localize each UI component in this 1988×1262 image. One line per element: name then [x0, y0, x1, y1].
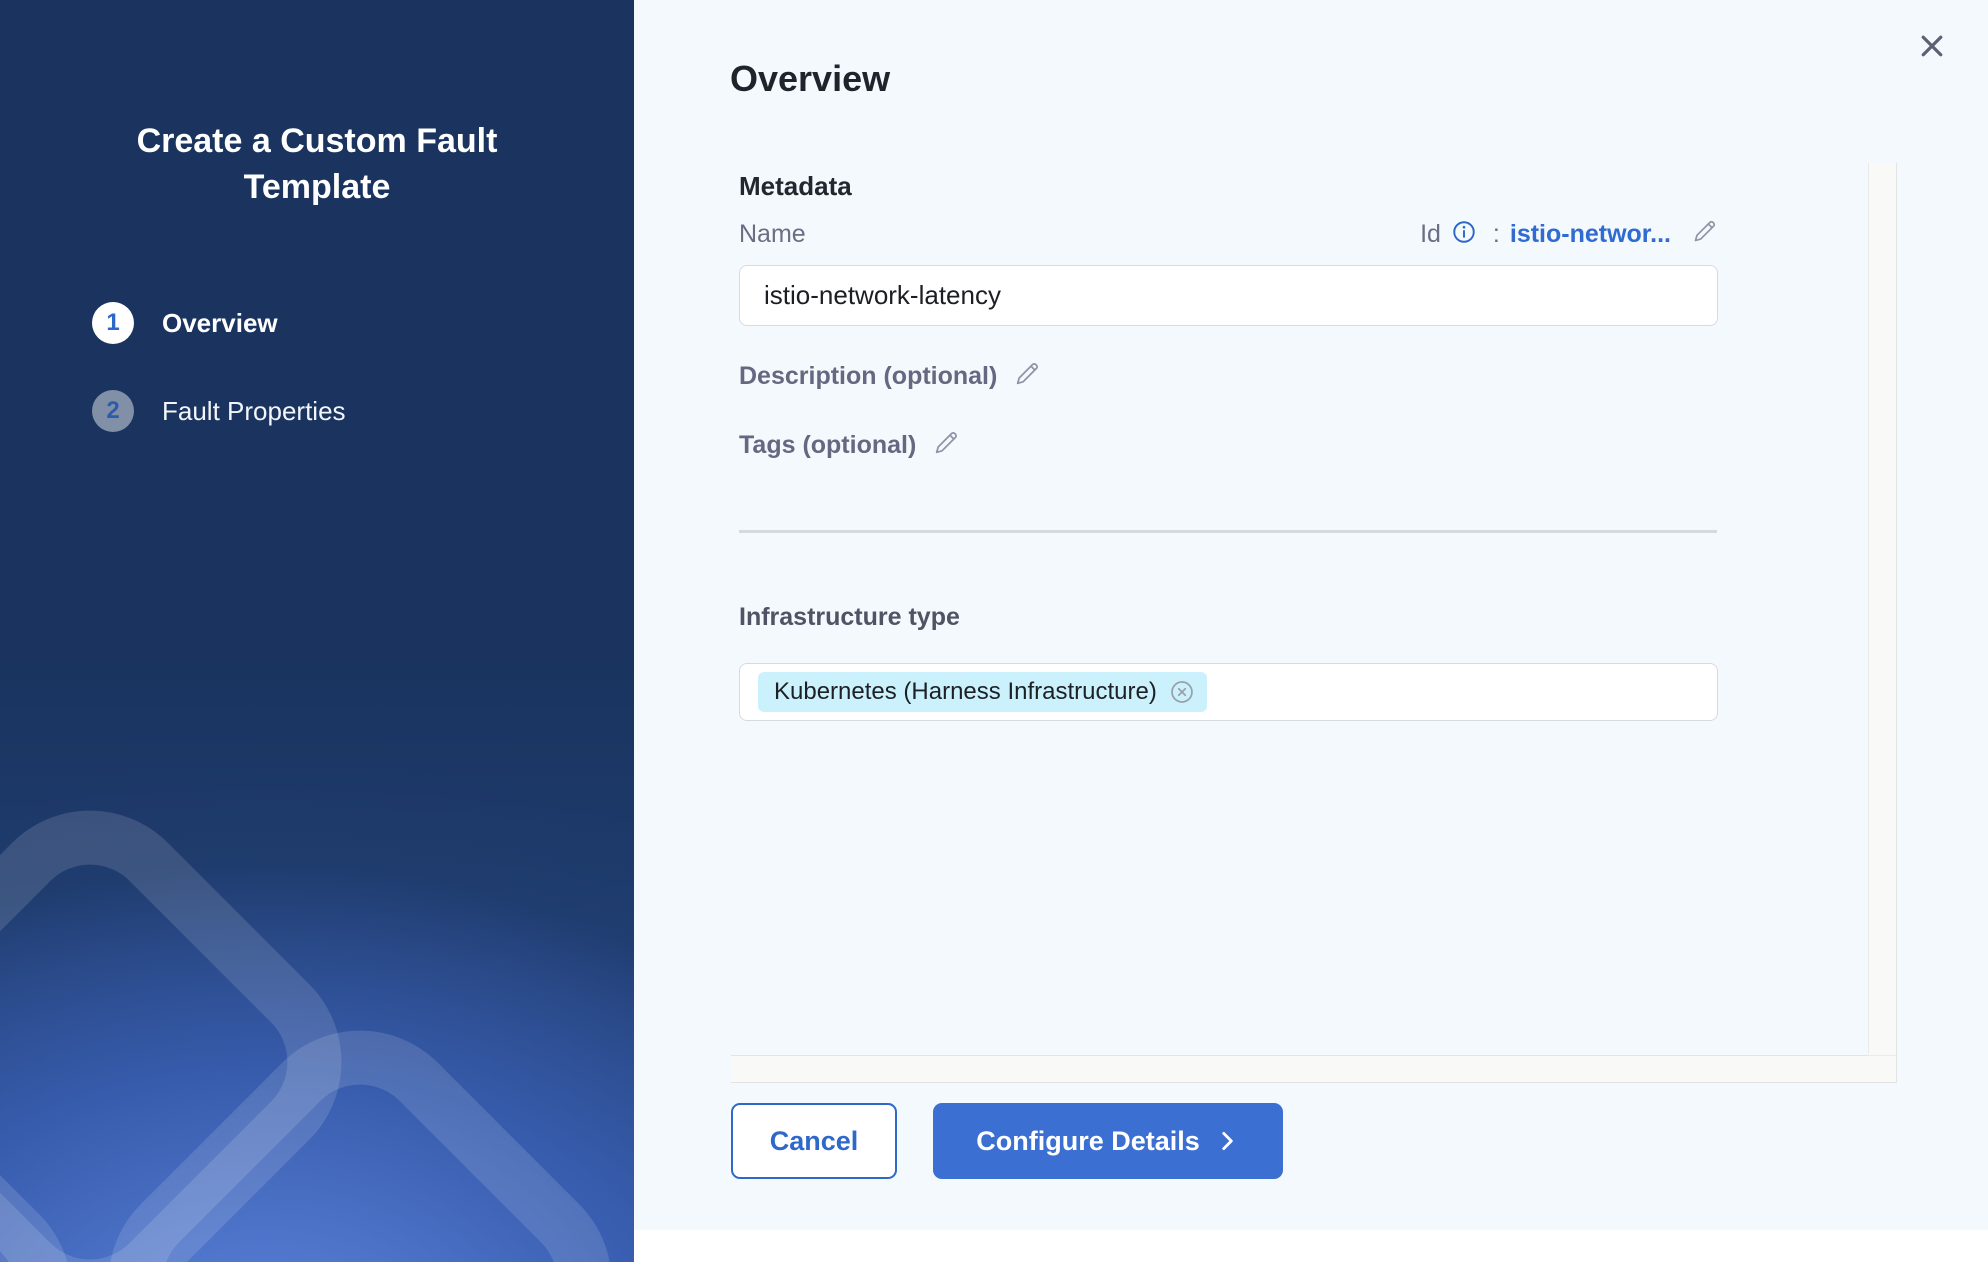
page-bottom-strip — [634, 1230, 1988, 1262]
metadata-section-title: Metadata — [739, 171, 1868, 202]
page-title: Overview — [730, 58, 890, 100]
id-label: Id — [1420, 220, 1441, 249]
edit-description-icon[interactable] — [1013, 360, 1041, 393]
id-value-link[interactable]: istio-networ... — [1510, 220, 1671, 249]
step-fault-properties[interactable]: 2 Fault Properties — [92, 390, 634, 432]
edit-tags-icon[interactable] — [932, 429, 960, 462]
description-row: Description (optional) — [739, 360, 1868, 393]
configure-details-button[interactable]: Configure Details — [933, 1103, 1283, 1179]
step-overview[interactable]: 1 Overview — [92, 302, 634, 344]
infrastructure-type-label: Infrastructure type — [739, 603, 1868, 632]
step-1-circle: 1 — [92, 302, 134, 344]
close-icon[interactable] — [1912, 26, 1952, 66]
infrastructure-type-field[interactable]: Kubernetes (Harness Infrastructure) — [739, 663, 1718, 721]
overview-form: Metadata Name Id — [731, 163, 1868, 1055]
section-divider — [739, 530, 1717, 533]
wizard-sidebar: Create a Custom Fault Template 1 Overvie… — [0, 0, 634, 1262]
wizard-title: Create a Custom Fault Template — [97, 118, 537, 210]
tags-label: Tags (optional) — [739, 431, 916, 460]
chip-remove-icon[interactable] — [1169, 679, 1195, 705]
configure-details-label: Configure Details — [976, 1126, 1200, 1157]
scrollbar-corner — [1868, 1055, 1897, 1083]
overview-panel: Overview Metadata Name Id — [634, 0, 1988, 1262]
cancel-button[interactable]: Cancel — [731, 1103, 897, 1179]
name-id-row: Name Id : istio-networ.. — [739, 218, 1718, 250]
tags-row: Tags (optional) — [739, 429, 1868, 462]
id-colon: : — [1493, 220, 1500, 249]
footer-actions: Cancel Configure Details — [731, 1103, 1283, 1179]
chevron-right-icon — [1214, 1128, 1240, 1154]
overview-scroll-area: Metadata Name Id — [731, 163, 1897, 1083]
step-1-label: Overview — [162, 308, 278, 339]
name-label: Name — [739, 220, 806, 249]
wizard-steps: 1 Overview 2 Fault Properties — [0, 302, 634, 432]
step-2-circle: 2 — [92, 390, 134, 432]
name-input[interactable] — [739, 265, 1718, 326]
infrastructure-chip: Kubernetes (Harness Infrastructure) — [758, 672, 1207, 712]
id-display: Id : istio-networ... — [1420, 218, 1718, 250]
chip-label: Kubernetes (Harness Infrastructure) — [774, 678, 1157, 706]
description-label: Description (optional) — [739, 362, 997, 391]
create-fault-template-modal: Create a Custom Fault Template 1 Overvie… — [0, 0, 1988, 1262]
edit-id-icon[interactable] — [1691, 218, 1718, 250]
horizontal-scrollbar[interactable] — [731, 1055, 1868, 1083]
vertical-scrollbar[interactable] — [1868, 163, 1897, 1055]
info-icon[interactable] — [1451, 219, 1477, 250]
step-2-label: Fault Properties — [162, 396, 346, 427]
